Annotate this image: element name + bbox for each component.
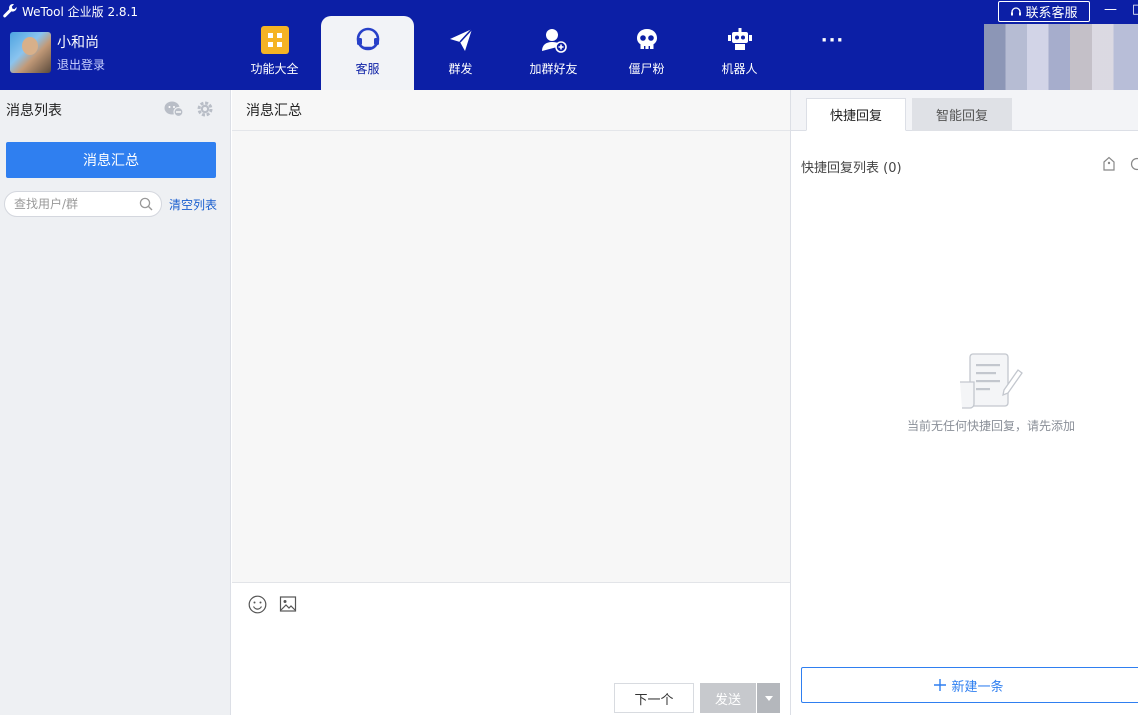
nav-zombie-fans[interactable]: 僵尸粉 xyxy=(600,16,693,90)
nav-robot[interactable]: 机器人 xyxy=(693,16,786,90)
empty-state-text: 当前无任何快捷回复，请先添加 xyxy=(906,419,1075,433)
message-list-panel: 消息列表 消息汇总 清空列表 xyxy=(0,90,231,715)
next-button[interactable]: 下一个 xyxy=(614,683,694,713)
skull-icon xyxy=(636,29,657,49)
add-user-icon xyxy=(541,29,567,53)
nav-label: 功能大全 xyxy=(250,62,299,76)
user-name: 小和尚 xyxy=(57,35,99,51)
headset-small-icon xyxy=(1011,6,1022,15)
blurred-region xyxy=(984,24,1138,90)
contact-support-button[interactable]: 联系客服 xyxy=(998,1,1090,22)
wechat-minus-icon[interactable] xyxy=(164,100,184,118)
search-icon[interactable] xyxy=(139,197,153,211)
tag-icon[interactable] xyxy=(1102,156,1116,172)
nav-label: 加群好友 xyxy=(529,62,578,76)
tab-smart-reply[interactable]: 智能回复 xyxy=(912,98,1012,131)
message-composer[interactable]: 下一个 发送 xyxy=(232,582,790,715)
search-icon[interactable] xyxy=(1128,156,1138,172)
nav-label: 机器人 xyxy=(721,62,758,76)
chat-header: 消息汇总 xyxy=(232,90,790,131)
minimize-button[interactable]: — xyxy=(1104,2,1117,17)
window-title: WeTool 企业版 2.8.1 xyxy=(22,4,139,19)
robot-icon xyxy=(727,28,752,50)
nav-label: 客服 xyxy=(355,62,380,76)
nav-broadcast[interactable]: 群发 xyxy=(414,16,507,90)
chat-panel: 消息汇总 下一个 发送 xyxy=(232,90,790,715)
clear-list-link[interactable]: 清空列表 xyxy=(169,196,217,213)
search-box xyxy=(4,191,162,217)
message-summary-button[interactable]: 消息汇总 xyxy=(6,142,216,178)
empty-document-illustration xyxy=(960,353,1023,409)
main-nav: 功能大全 客服 群发 加群好友 僵尸粉 机器人 ··· xyxy=(228,16,879,90)
tab-quick-reply[interactable]: 快捷回复 xyxy=(806,98,906,131)
quick-reply-panel: 快捷回复 智能回复 快捷回复列表 (0) 当前无任何快捷回复，请先添加 新建一条 xyxy=(790,90,1138,715)
title-bar: WeTool 企业版 2.8.1 xyxy=(0,0,138,22)
nav-label: 僵尸粉 xyxy=(628,62,665,76)
send-button[interactable]: 发送 xyxy=(700,683,756,713)
message-list-header: 消息列表 xyxy=(0,90,230,130)
grid-icon xyxy=(260,26,289,54)
send-options-button[interactable] xyxy=(757,683,780,713)
maximize-button[interactable]: □ xyxy=(1132,2,1138,17)
new-quick-reply-button[interactable]: 新建一条 xyxy=(801,667,1138,703)
chat-title: 消息汇总 xyxy=(246,103,302,119)
nav-label: 群发 xyxy=(448,62,473,76)
nav-add-friends[interactable]: 加群好友 xyxy=(507,16,600,90)
gear-icon[interactable] xyxy=(196,100,214,118)
user-profile: 小和尚 退出登录 xyxy=(10,32,105,73)
nav-customer-service[interactable]: 客服 xyxy=(321,16,414,90)
image-icon[interactable] xyxy=(279,595,297,613)
new-quick-reply-label: 新建一条 xyxy=(951,679,1004,695)
search-input[interactable] xyxy=(14,197,134,211)
message-list-title: 消息列表 xyxy=(6,103,62,119)
contact-support-label: 联系客服 xyxy=(1025,6,1078,21)
nav-features[interactable]: 功能大全 xyxy=(228,16,321,90)
quick-reply-list-title: 快捷回复列表 (0) xyxy=(801,161,902,176)
logout-link[interactable]: 退出登录 xyxy=(57,56,105,73)
paper-plane-icon xyxy=(449,28,473,51)
headset-icon xyxy=(356,27,379,51)
reply-tabs: 快捷回复 智能回复 xyxy=(791,90,1138,131)
wrench-icon xyxy=(3,4,17,18)
emoji-icon[interactable] xyxy=(248,595,267,614)
avatar[interactable] xyxy=(10,32,51,73)
more-icon: ··· xyxy=(820,29,845,51)
top-bar: WeTool 企业版 2.8.1 联系客服 — □ 小和尚 退出登录 功能大全 … xyxy=(0,0,1138,90)
nav-more[interactable]: ··· xyxy=(786,16,879,90)
caret-down-icon xyxy=(764,695,773,701)
plus-icon xyxy=(934,679,947,691)
